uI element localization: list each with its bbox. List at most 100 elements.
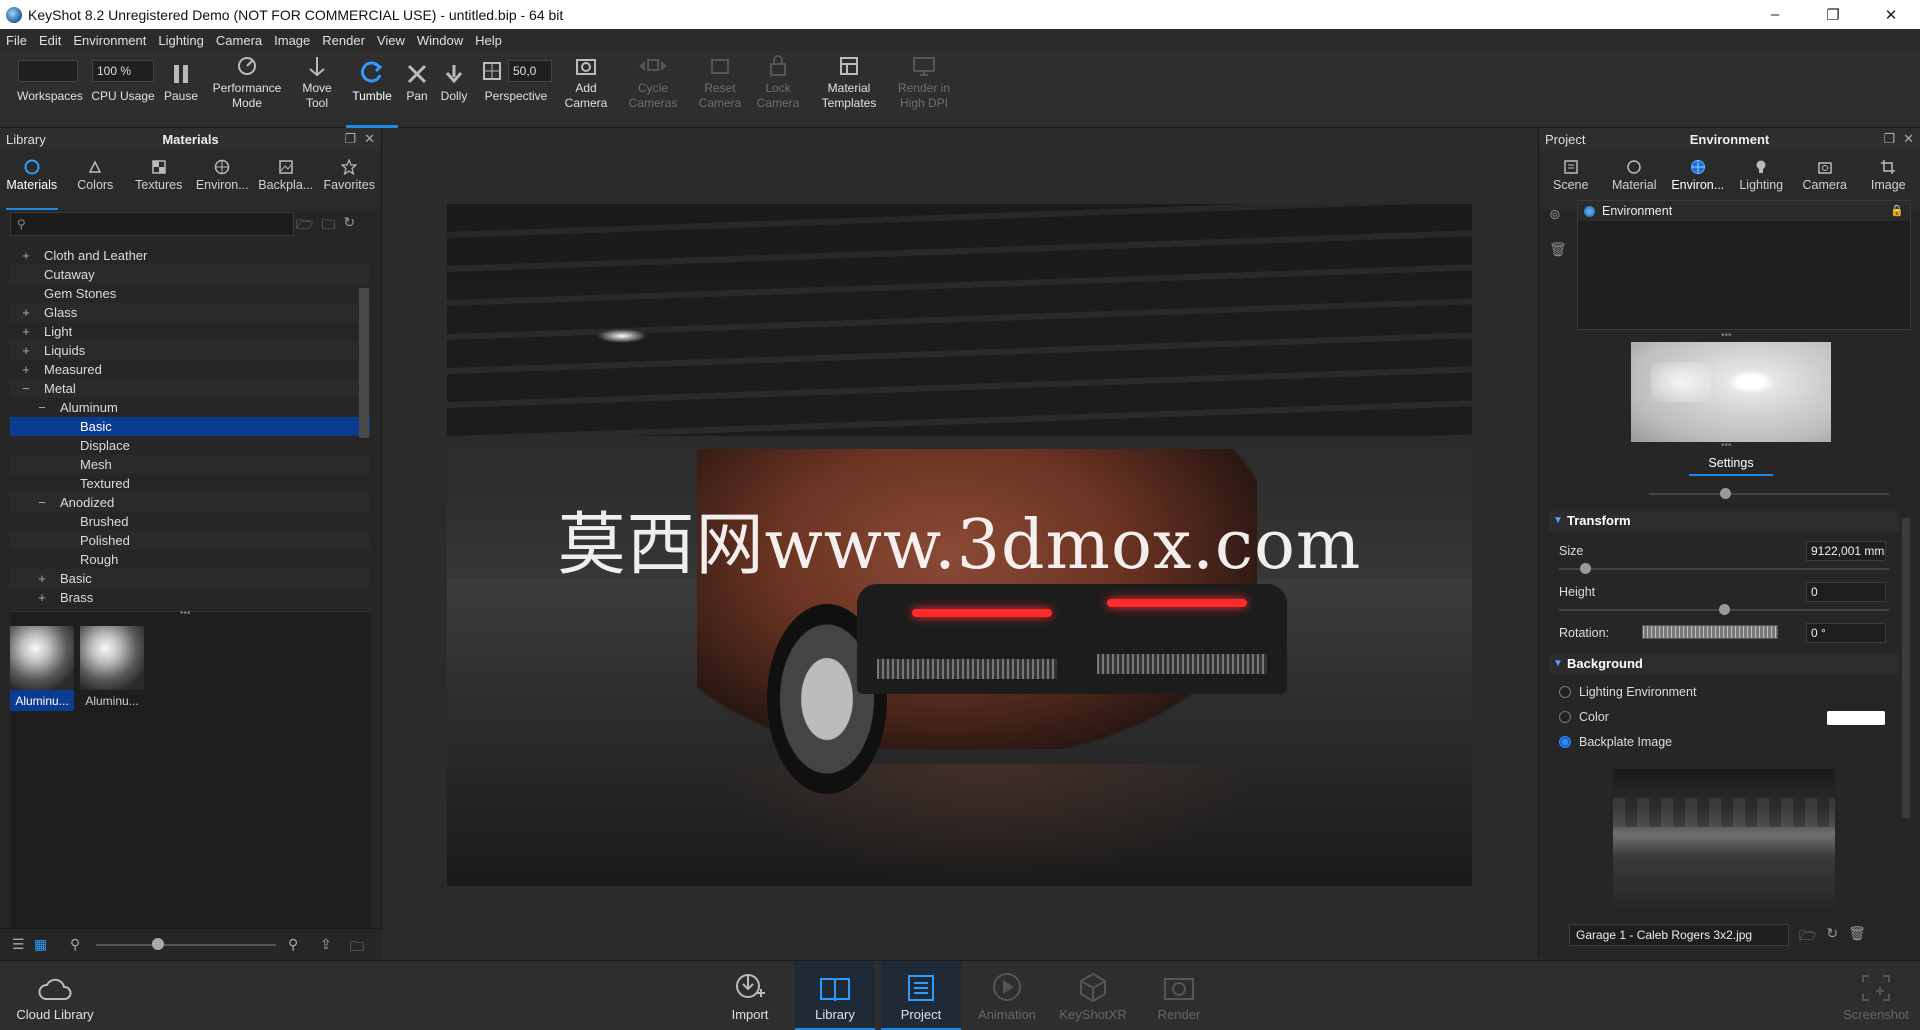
background-section-header[interactable]: ▼ Background [1549,654,1899,674]
pan-button[interactable]: Pan [402,51,432,128]
settings-divider-slider[interactable] [1649,493,1889,495]
tree-item[interactable]: + Brass [10,588,370,602]
add-folder-icon[interactable]: 🗀 [350,936,364,960]
close-button[interactable]: ✕ [1862,0,1920,29]
lighting-environment-radio[interactable] [1559,686,1571,698]
menu-file[interactable]: File [6,33,27,48]
expand-icon[interactable]: + [20,303,32,322]
size-field[interactable]: 9122,001 mm [1806,541,1886,561]
tree-item[interactable]: Cutaway [10,265,370,284]
cloud-library-button[interactable]: Cloud Library [15,961,95,1030]
thumbnail-size-slider-handle[interactable] [152,938,164,950]
expand-icon[interactable]: + [20,246,32,265]
expand-icon[interactable]: + [20,322,32,341]
material-tree[interactable]: + Cloth and Leather Cutaway Gem Stones + Glas… [10,246,370,602]
resize-handle-icon[interactable]: ••• [1721,330,1732,341]
expand-icon[interactable]: + [20,360,32,379]
tree-item[interactable]: Gem Stones [10,284,370,303]
real-time-viewport[interactable]: 莫西网www.3dmox.com [383,128,1537,959]
menu-image[interactable]: Image [274,33,310,48]
transform-section-header[interactable]: ▼ Transform [1549,511,1899,531]
tree-item[interactable]: + Liquids [10,341,370,360]
tab-favorites[interactable]: Favorites [318,150,382,210]
tab-textures[interactable]: Textures [127,150,191,210]
collapse-icon[interactable]: − [36,398,48,417]
settings-scrollbar[interactable] [1902,518,1910,818]
thumbnail-size-slider[interactable] [96,944,276,946]
delete-icon[interactable]: 🗑 [1549,241,1567,258]
tree-item[interactable]: Textured [10,474,370,493]
library-search-input[interactable]: ⚲ [10,212,294,236]
keyshotxr-button[interactable]: KeyShotXR [1053,961,1133,1030]
color-radio[interactable] [1559,711,1571,723]
tree-item[interactable]: − Metal [10,379,370,398]
backplate-image-radio[interactable] [1559,736,1571,748]
backplate-file-field[interactable]: Garage 1 - Caleb Rogers 3x2.jpg [1569,924,1789,946]
zoom-in-icon[interactable]: ⚲ [288,936,298,953]
duplicate-environment-icon[interactable]: ⊚ [1549,206,1567,223]
tree-item[interactable]: − Anodized [10,493,370,512]
pause-button[interactable]: Pause [160,51,202,128]
tab-colors[interactable]: Colors [64,150,128,210]
tab-settings[interactable]: Settings [1689,456,1773,476]
lock-camera-button[interactable]: Lock Camera [752,51,804,128]
menu-camera[interactable]: Camera [216,33,262,48]
reset-camera-button[interactable]: Reset Camera [692,51,748,128]
size-slider-handle[interactable] [1580,563,1592,574]
backplate-preview-image[interactable] [1613,769,1835,915]
render-high-dpi-button[interactable]: Render in High DPI [888,51,960,128]
rotation-field[interactable]: 0 ° [1806,623,1886,643]
list-view-icon[interactable]: ☰ [12,936,25,953]
tree-item[interactable]: Polished [10,531,370,550]
tree-item[interactable]: Mesh [10,455,370,474]
tab-environments[interactable]: Environ... [191,150,255,210]
screenshot-button[interactable]: Screenshot [1836,961,1916,1030]
open-folder-icon[interactable]: 🗁 [296,214,313,238]
library-button[interactable]: Library [795,961,875,1030]
menu-environment[interactable]: Environment [73,33,146,48]
tree-item[interactable]: Rough [10,550,370,569]
performance-mode-button[interactable]: Performance Mode [206,51,288,128]
close-icon[interactable]: ✕ [364,131,375,147]
tab-materials[interactable]: Materials [0,150,64,210]
tumble-button[interactable]: Tumble [346,51,398,128]
maximize-button[interactable]: ❐ [1804,0,1862,29]
refresh-icon[interactable]: ↻ [1826,925,1838,949]
material-templates-button[interactable]: Material Templates [816,51,882,128]
resize-handle-icon[interactable]: ••• [180,608,191,619]
height-slider-handle[interactable] [1719,604,1730,615]
height-field[interactable]: 0 [1806,582,1886,602]
refresh-icon[interactable]: ↻ [343,214,355,238]
cycle-cameras-button[interactable]: Cycle Cameras [618,51,688,128]
settings-slider-handle[interactable] [1720,488,1731,499]
menu-lighting[interactable]: Lighting [158,33,204,48]
background-color-swatch[interactable] [1827,711,1885,725]
tree-item[interactable]: + Light [10,322,370,341]
workspaces-button[interactable]: Workspaces [10,51,90,128]
rotation-dial[interactable] [1642,625,1778,639]
menu-help[interactable]: Help [475,33,502,48]
tree-item[interactable]: + Measured [10,360,370,379]
tree-item[interactable]: Basic [10,417,370,436]
menu-view[interactable]: View [377,33,405,48]
tree-item[interactable]: + Cloth and Leather [10,246,370,265]
undock-icon[interactable]: ❐ [1883,131,1895,147]
collapse-icon[interactable]: − [20,379,32,398]
expand-icon[interactable]: + [20,341,32,360]
add-camera-button[interactable]: Add Camera [558,51,614,128]
dolly-button[interactable]: Dolly [436,51,472,128]
zoom-out-icon[interactable]: ⚲ [70,936,80,953]
render-view[interactable]: 莫西网www.3dmox.com [447,204,1472,886]
minimize-button[interactable]: – [1746,0,1804,29]
thumbnail-item[interactable]: Aluminu... [80,626,144,708]
add-folder-icon[interactable]: 🗀 [321,214,335,238]
animation-button[interactable]: Animation [967,961,1047,1030]
perspective-button[interactable]: Perspective [476,51,556,128]
undock-icon[interactable]: ❐ [344,131,356,147]
tree-item[interactable]: + Basic [10,569,370,588]
menu-render[interactable]: Render [322,33,365,48]
grid-view-icon[interactable]: ▦ [34,936,47,953]
cpu-usage-button[interactable]: CPU Usage [90,51,156,128]
render-button[interactable]: Render [1139,961,1219,1030]
expand-icon[interactable]: + [36,569,48,588]
